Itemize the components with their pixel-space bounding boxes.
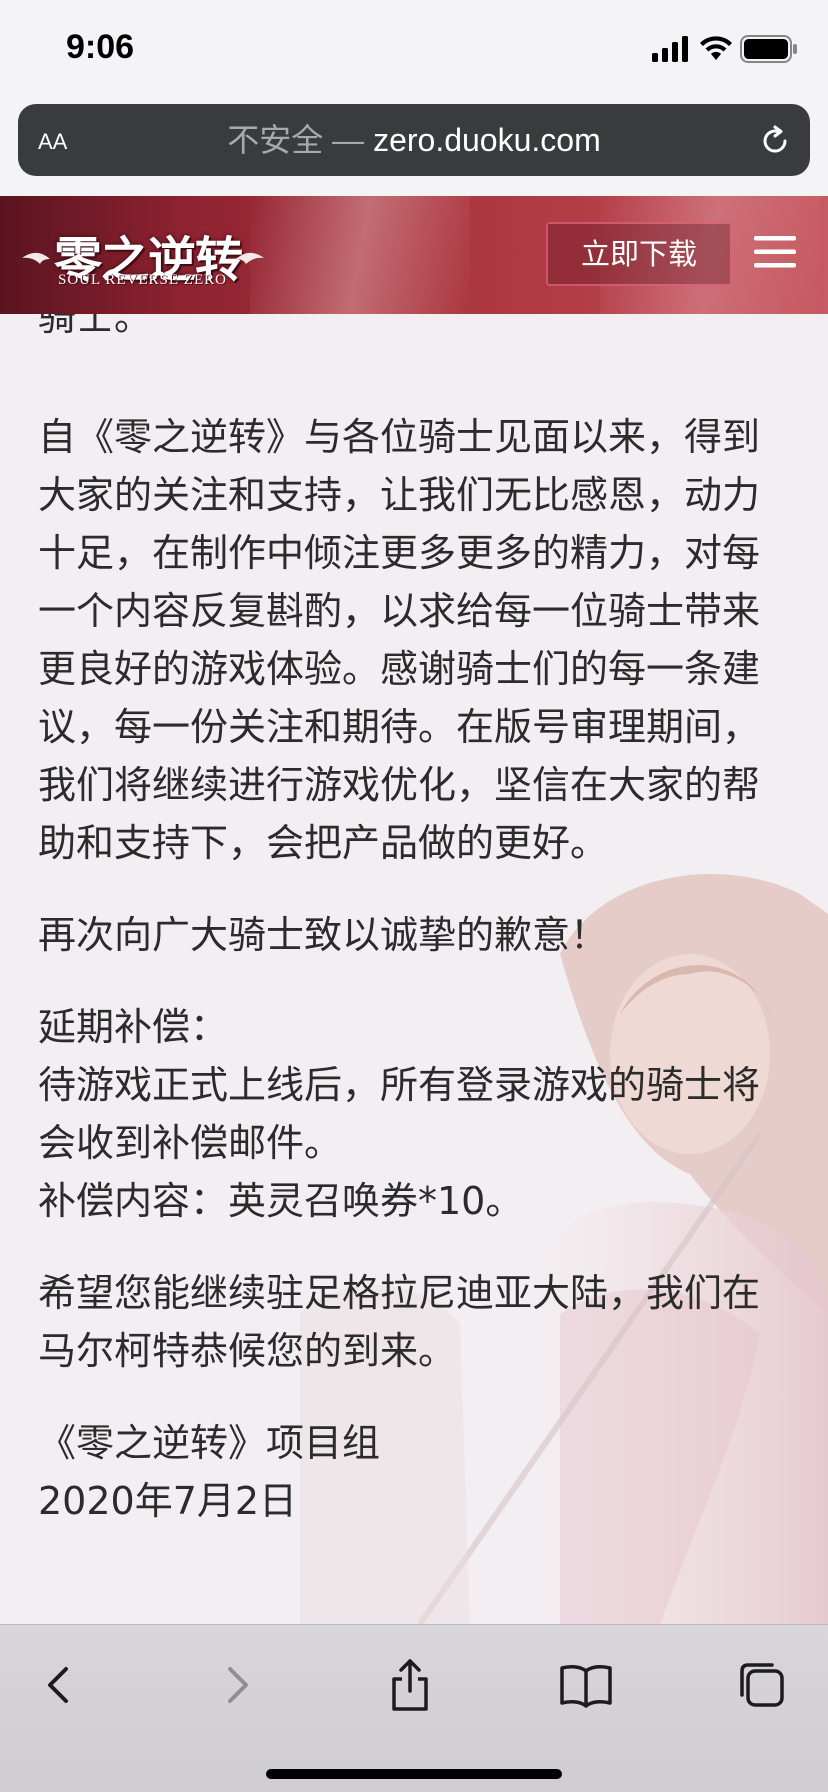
logo-ornament-icon bbox=[22, 252, 50, 264]
insecure-label: 不安全 bbox=[227, 122, 324, 158]
tabs-icon[interactable] bbox=[732, 1655, 792, 1715]
menu-icon[interactable] bbox=[752, 232, 798, 272]
logo-subtitle: SOUL REVERSE ZERO bbox=[58, 272, 227, 288]
header-light-streak bbox=[250, 196, 470, 314]
share-icon[interactable] bbox=[380, 1655, 440, 1715]
article-paragraph: 自《零之逆转》与各位骑士见面以来，得到大家的关注和支持，让我们无比感恩，动力十足… bbox=[38, 415, 761, 865]
article-date: 2020年7月2日 bbox=[38, 1479, 298, 1523]
url-separator: — bbox=[323, 122, 374, 158]
status-bar: 9:06 bbox=[0, 0, 828, 100]
site-logo[interactable]: 零之逆转 SOUL REVERSE ZERO bbox=[22, 220, 268, 292]
article-paragraph: 再次向广大骑士致以诚挚的歉意！ bbox=[38, 913, 609, 957]
compensation-title: 延期补偿： bbox=[38, 1005, 229, 1049]
chevron-right-icon[interactable] bbox=[206, 1655, 266, 1715]
compensation-items: 补偿内容：英灵召唤券*10。 bbox=[38, 1179, 524, 1223]
text-size-button[interactable]: AA bbox=[38, 122, 88, 158]
address-bar-area: AA 不安全 — zero.duoku.com bbox=[0, 100, 828, 196]
site-header: 零之逆转 SOUL REVERSE ZERO 立即下载 bbox=[0, 196, 828, 314]
chevron-left-icon[interactable] bbox=[30, 1655, 90, 1715]
article-paragraph: 骑士。 bbox=[38, 314, 153, 339]
text-size-label: AA bbox=[38, 129, 68, 154]
address-bar[interactable]: AA 不安全 — zero.duoku.com bbox=[18, 104, 810, 176]
article-body: 骑士。 自《零之逆转》与各位骑士见面以来，得到大家的关注和支持，让我们无比感恩，… bbox=[38, 314, 768, 1530]
reload-icon[interactable] bbox=[758, 124, 792, 158]
status-time: 9:06 bbox=[66, 28, 135, 66]
article-container: 骑士。 自《零之逆转》与各位骑士见面以来，得到大家的关注和支持，让我们无比感恩，… bbox=[0, 314, 828, 1624]
cellular-signal-icon bbox=[652, 36, 688, 62]
url-display[interactable]: 不安全 — zero.duoku.com bbox=[108, 122, 720, 158]
logo-ornament-icon bbox=[236, 252, 264, 264]
home-indicator[interactable] bbox=[266, 1769, 562, 1779]
compensation-text: 待游戏正式上线后，所有登录游戏的骑士将会收到补偿邮件。 bbox=[38, 1063, 761, 1165]
browser-toolbar bbox=[0, 1624, 828, 1792]
article-signature: 《零之逆转》项目组 bbox=[38, 1421, 381, 1465]
url-domain: zero.duoku.com bbox=[373, 122, 601, 158]
battery-icon bbox=[740, 35, 797, 63]
download-button[interactable]: 立即下载 bbox=[546, 222, 732, 286]
wifi-icon bbox=[700, 36, 732, 60]
book-icon[interactable] bbox=[556, 1655, 616, 1715]
article-paragraph: 希望您能继续驻足格拉尼迪亚大陆，我们在马尔柯特恭候您的到来。 bbox=[38, 1271, 761, 1373]
